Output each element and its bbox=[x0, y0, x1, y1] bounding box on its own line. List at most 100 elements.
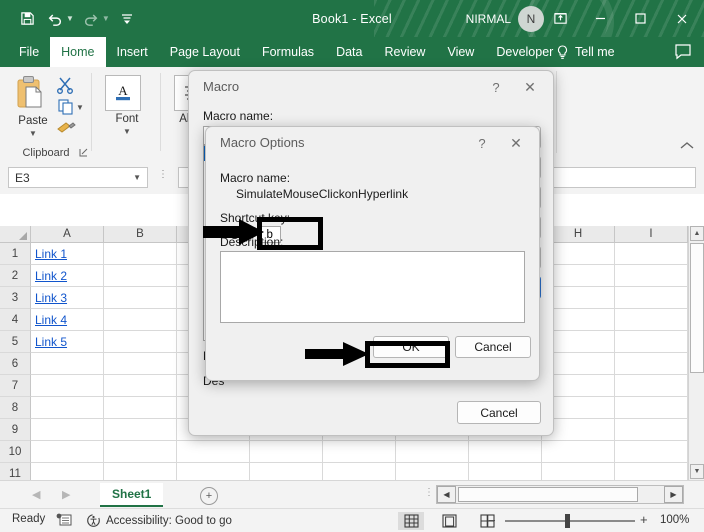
formula-bar-handle[interactable]: ⋮ bbox=[158, 170, 168, 180]
cell[interactable] bbox=[615, 419, 688, 441]
cell[interactable] bbox=[104, 419, 177, 441]
tab-file[interactable]: File bbox=[8, 37, 50, 67]
row-header-8[interactable]: 8 bbox=[0, 397, 31, 419]
cell[interactable] bbox=[469, 441, 542, 463]
cell[interactable] bbox=[31, 353, 104, 375]
cell[interactable] bbox=[615, 331, 688, 353]
cell[interactable] bbox=[31, 397, 104, 419]
scroll-left-icon[interactable]: ◀ bbox=[437, 486, 456, 503]
minimize-button[interactable] bbox=[580, 0, 620, 37]
cell[interactable] bbox=[104, 441, 177, 463]
cell[interactable] bbox=[615, 463, 688, 480]
macro-dialog-close-icon[interactable]: ✕ bbox=[519, 77, 541, 97]
zoom-in-button[interactable]: + bbox=[640, 512, 648, 527]
cell[interactable] bbox=[104, 463, 177, 480]
row-header-6[interactable]: 6 bbox=[0, 353, 31, 375]
scroll-up-icon[interactable]: ▲ bbox=[690, 226, 704, 241]
undo-icon[interactable] bbox=[42, 6, 68, 32]
cell-hyperlink[interactable]: Link 4 bbox=[31, 309, 104, 331]
cell[interactable] bbox=[469, 463, 542, 480]
zoom-level-label[interactable]: 100% bbox=[660, 514, 689, 526]
tab-insert[interactable]: Insert bbox=[106, 37, 159, 67]
row-header-9[interactable]: 9 bbox=[0, 419, 31, 441]
tab-view[interactable]: View bbox=[436, 37, 485, 67]
paste-icon[interactable] bbox=[16, 75, 50, 115]
page-break-preview-button[interactable] bbox=[474, 512, 500, 530]
vertical-scrollbar[interactable]: ▲ ▼ bbox=[688, 226, 704, 480]
cell[interactable] bbox=[396, 463, 469, 480]
copy-icon[interactable] bbox=[58, 99, 74, 118]
sheet-tab-sheet1[interactable]: Sheet1 bbox=[100, 483, 164, 507]
cell[interactable] bbox=[104, 287, 177, 309]
row-header-5[interactable]: 5 bbox=[0, 331, 31, 353]
comments-icon[interactable] bbox=[674, 43, 692, 63]
macro-dialog-help-icon[interactable]: ? bbox=[485, 77, 507, 97]
cell[interactable] bbox=[542, 463, 615, 480]
row-header-1[interactable]: 1 bbox=[0, 243, 31, 265]
undo-dropdown-icon[interactable]: ▼ bbox=[66, 14, 74, 23]
cell[interactable] bbox=[615, 287, 688, 309]
column-header-b[interactable]: B bbox=[104, 226, 177, 243]
tab-data[interactable]: Data bbox=[325, 37, 373, 67]
row-header-11[interactable]: 11 bbox=[0, 463, 31, 480]
tab-developer[interactable]: Developer bbox=[485, 37, 564, 67]
row-header-4[interactable]: 4 bbox=[0, 309, 31, 331]
macro-record-icon[interactable] bbox=[56, 512, 72, 527]
zoom-out-button[interactable]: − bbox=[488, 513, 496, 528]
cell-hyperlink[interactable]: Link 1 bbox=[31, 243, 104, 265]
scroll-down-icon[interactable]: ▼ bbox=[690, 464, 704, 479]
cell[interactable] bbox=[615, 243, 688, 265]
copy-dropdown-icon[interactable]: ▼ bbox=[76, 103, 84, 112]
account-area[interactable]: NIRMAL N bbox=[466, 0, 544, 37]
cell-hyperlink[interactable]: Link 5 bbox=[31, 331, 104, 353]
cell[interactable] bbox=[31, 375, 104, 397]
cell[interactable] bbox=[104, 397, 177, 419]
column-header-a[interactable]: A bbox=[31, 226, 104, 243]
cell[interactable] bbox=[31, 463, 104, 480]
cell[interactable] bbox=[323, 463, 396, 480]
cell[interactable] bbox=[104, 331, 177, 353]
cell[interactable] bbox=[323, 441, 396, 463]
cell[interactable] bbox=[615, 353, 688, 375]
save-icon[interactable] bbox=[14, 6, 40, 32]
tab-review[interactable]: Review bbox=[373, 37, 436, 67]
macro-options-description-input[interactable] bbox=[220, 251, 525, 323]
row-header-7[interactable]: 7 bbox=[0, 375, 31, 397]
format-painter-icon[interactable] bbox=[56, 119, 76, 138]
cell[interactable] bbox=[615, 265, 688, 287]
name-box[interactable]: E3 ▼ bbox=[8, 167, 148, 188]
tab-home[interactable]: Home bbox=[50, 37, 106, 67]
paste-dropdown-icon[interactable]: ▼ bbox=[8, 129, 58, 138]
macro-options-ok-button[interactable]: OK bbox=[373, 336, 449, 358]
cell[interactable] bbox=[250, 441, 323, 463]
accessibility-status[interactable]: Accessibility: Good to go bbox=[86, 513, 232, 528]
row-header-2[interactable]: 2 bbox=[0, 265, 31, 287]
next-sheet-icon[interactable]: ▶ bbox=[62, 488, 70, 501]
cell-hyperlink[interactable]: Link 3 bbox=[31, 287, 104, 309]
zoom-slider[interactable] bbox=[505, 514, 635, 528]
font-dropdown-icon[interactable]: ▼ bbox=[93, 127, 161, 136]
cell[interactable] bbox=[542, 441, 615, 463]
redo-icon[interactable] bbox=[78, 6, 104, 32]
name-box-dropdown-icon[interactable]: ▼ bbox=[133, 173, 141, 182]
clipboard-dialog-launcher-icon[interactable] bbox=[79, 148, 88, 159]
column-header-i[interactable]: I bbox=[615, 226, 688, 243]
zoom-slider-thumb[interactable] bbox=[565, 514, 570, 528]
maximize-button[interactable] bbox=[620, 0, 660, 37]
vertical-scrollbar-thumb[interactable] bbox=[690, 243, 704, 373]
horizontal-scrollbar[interactable]: ◀ ▶ bbox=[436, 485, 684, 504]
add-sheet-button[interactable]: + bbox=[200, 487, 218, 505]
macro-options-close-icon[interactable]: ✕ bbox=[505, 133, 527, 153]
collapse-ribbon-icon[interactable] bbox=[680, 141, 694, 153]
customize-quick-access-toolbar-icon[interactable] bbox=[114, 6, 140, 32]
cell[interactable] bbox=[104, 309, 177, 331]
redo-dropdown-icon[interactable]: ▼ bbox=[102, 14, 110, 23]
cell[interactable] bbox=[615, 441, 688, 463]
row-header-10[interactable]: 10 bbox=[0, 441, 31, 463]
cell[interactable] bbox=[615, 309, 688, 331]
cell[interactable] bbox=[31, 441, 104, 463]
cell[interactable] bbox=[177, 463, 250, 480]
select-all-corner[interactable] bbox=[0, 226, 31, 243]
cell[interactable] bbox=[104, 353, 177, 375]
tab-formulas[interactable]: Formulas bbox=[251, 37, 325, 67]
